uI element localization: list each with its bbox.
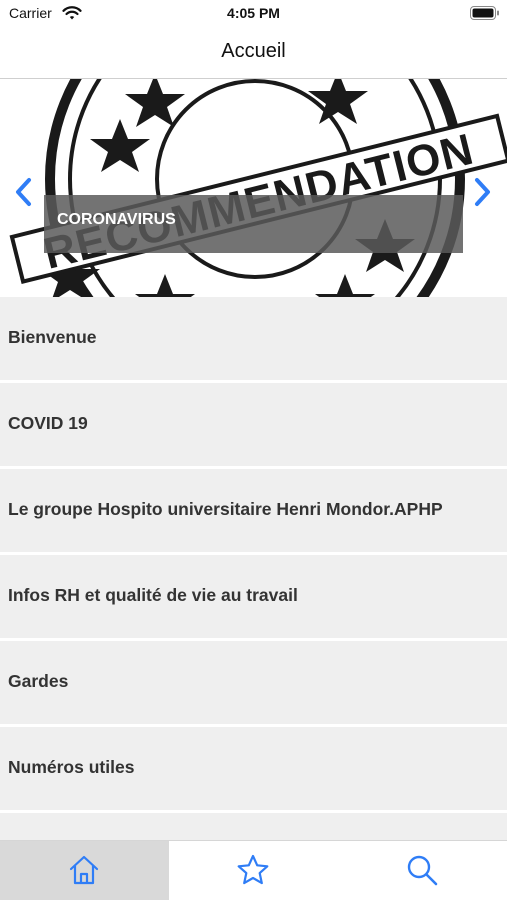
menu-item-label: Bienvenue (8, 327, 97, 347)
navigation-bar: Accueil (0, 30, 507, 79)
app-screen: Carrier 4:05 PM Accueil CORONAVIRUS Bien… (0, 0, 507, 900)
tab-bar (0, 840, 507, 900)
news-carousel[interactable]: RECOMMENDATION CORONAVIRUS (0, 79, 507, 297)
menu-item-infos-rh[interactable]: Infos RH et qualité de vie au travail (0, 555, 507, 638)
recommendation-stamp-image: RECOMMENDATION (9, 79, 507, 297)
menu-item-groupe-hospitalier[interactable]: Le groupe Hospito universitaire Henri Mo… (0, 469, 507, 552)
battery-icon (470, 6, 499, 20)
page-title: Accueil (221, 40, 286, 62)
home-icon (69, 855, 99, 885)
slide-caption[interactable]: CORONAVIRUS (44, 195, 463, 253)
tab-search[interactable] (338, 841, 507, 900)
menu-list: Bienvenue COVID 19 Le groupe Hospito uni… (0, 297, 507, 840)
menu-item-label: Le groupe Hospito universitaire Henri Mo… (8, 499, 443, 519)
tab-home[interactable] (0, 841, 169, 900)
chevron-left-icon[interactable] (10, 175, 36, 209)
menu-item-label: Infos RH et qualité de vie au travail (8, 585, 298, 605)
menu-item-covid-19[interactable]: COVID 19 (0, 383, 507, 466)
chevron-right-icon[interactable] (470, 175, 496, 209)
menu-item-partial[interactable] (0, 813, 507, 840)
slide-caption-title: CORONAVIRUS (57, 211, 176, 228)
menu-item-bienvenue[interactable]: Bienvenue (0, 297, 507, 380)
status-time: 4:05 PM (227, 5, 280, 21)
menu-item-label: Numéros utiles (8, 757, 135, 777)
tab-favorites[interactable] (169, 841, 338, 900)
status-bar: Carrier 4:05 PM (0, 0, 507, 30)
search-icon (407, 855, 438, 886)
menu-item-gardes[interactable]: Gardes (0, 641, 507, 724)
star-icon (237, 854, 269, 885)
menu-item-numeros-utiles[interactable]: Numéros utiles (0, 727, 507, 810)
menu-item-label: COVID 19 (8, 413, 88, 433)
menu-item-label: Gardes (8, 671, 69, 691)
